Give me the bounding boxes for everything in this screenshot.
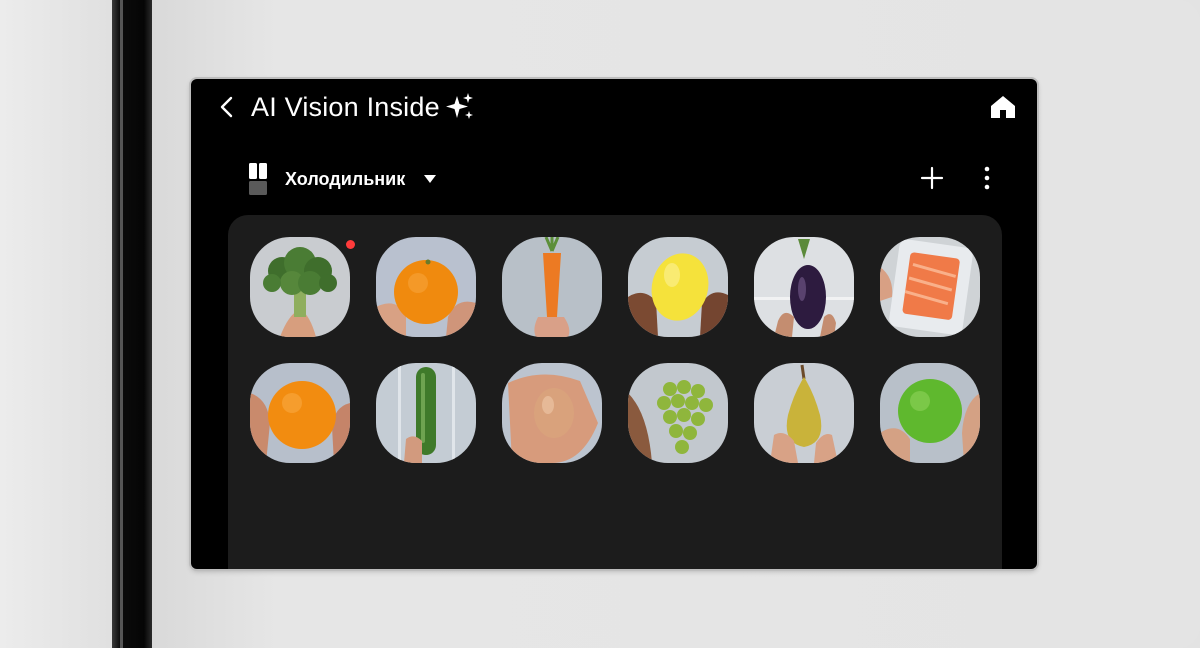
plus-icon [920, 166, 944, 190]
food-item-salmon[interactable] [880, 237, 980, 337]
device-bar: Холодильник [191, 159, 1037, 199]
fridge-door-frame [0, 0, 112, 648]
food-item-eggplant[interactable] [754, 237, 854, 337]
fridge-door-gap [112, 0, 152, 648]
device-selector[interactable]: Холодильник [285, 165, 437, 193]
home-icon [991, 96, 1015, 118]
add-button[interactable] [917, 163, 947, 193]
fridge-screen: AI Vision Inside Холодильник [191, 79, 1037, 569]
chevron-left-icon [220, 96, 233, 118]
new-item-badge [346, 240, 355, 249]
food-item-egg[interactable] [502, 363, 602, 463]
food-item-lemon[interactable] [628, 237, 728, 337]
home-button[interactable] [987, 92, 1019, 122]
food-item-grapes[interactable] [628, 363, 728, 463]
food-item-pear[interactable] [754, 363, 854, 463]
more-vertical-icon [984, 166, 990, 190]
more-options-button[interactable] [975, 163, 999, 193]
sparkles-icon [445, 93, 473, 119]
device-name: Холодильник [285, 169, 406, 189]
fridge-icon [249, 163, 267, 195]
food-item-orange-2[interactable] [250, 363, 350, 463]
food-item-carrot[interactable] [502, 237, 602, 337]
page-title: AI Vision Inside [251, 92, 440, 122]
food-item-broccoli[interactable] [250, 237, 350, 337]
back-button[interactable] [211, 91, 243, 123]
caret-down-icon [424, 175, 437, 183]
top-bar: AI Vision Inside [191, 79, 1037, 135]
food-item-green-apple[interactable] [880, 363, 980, 463]
food-item-cucumber[interactable] [376, 363, 476, 463]
food-grid-panel [228, 215, 1002, 569]
food-item-orange[interactable] [376, 237, 476, 337]
page-title-wrap: AI Vision Inside [251, 91, 476, 123]
